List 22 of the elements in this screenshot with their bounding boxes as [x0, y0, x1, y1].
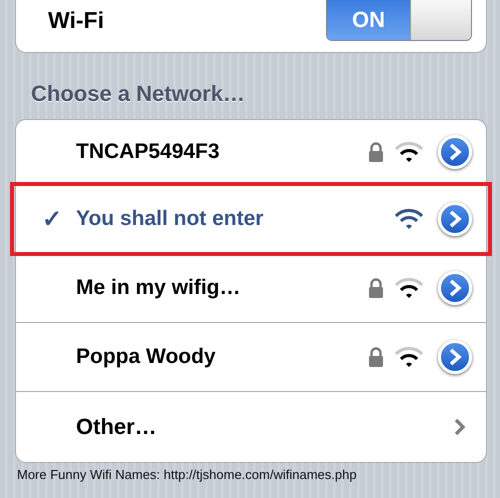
network-name[interactable]: You shall not enter: [76, 207, 394, 231]
details-button[interactable]: [438, 271, 472, 305]
chevron-icon: [454, 418, 466, 436]
chevron-icon: [447, 143, 463, 161]
network-name[interactable]: TNCAP5494F3: [76, 140, 368, 164]
chevron-icon: [447, 210, 463, 228]
chevron-icon: [447, 279, 463, 297]
check-mark: ✓: [42, 204, 62, 234]
section-title: Choose a Network…: [31, 81, 245, 108]
details-button[interactable]: [438, 135, 472, 169]
wifi-signal-icon: [394, 277, 424, 299]
wifi-signal-icon: [394, 346, 424, 368]
caption: More Funny Wifi Names: http://tjshome.com/wifinames.php: [17, 467, 357, 482]
wifi-signal-icon: [394, 208, 424, 230]
details-button[interactable]: [438, 340, 472, 374]
other-network-row[interactable]: Other…: [16, 392, 486, 462]
wifi-label: Wi-Fi: [48, 6, 105, 34]
network-name[interactable]: Me in my wifig…: [76, 276, 368, 300]
network-name[interactable]: Poppa Woody: [76, 345, 368, 369]
wifi-signal-icon: [394, 141, 424, 163]
details-button[interactable]: [438, 202, 472, 236]
chevron-icon: [447, 348, 463, 366]
